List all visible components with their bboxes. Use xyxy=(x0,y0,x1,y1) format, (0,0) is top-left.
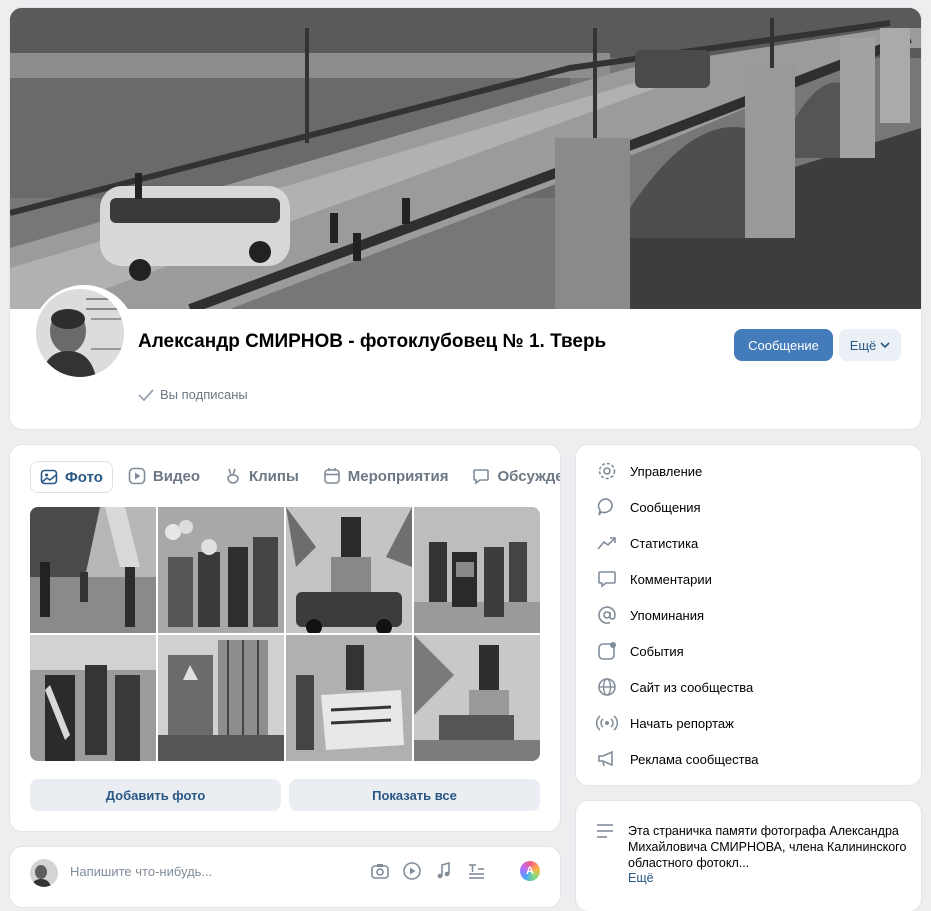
camera-icon[interactable] xyxy=(370,861,390,881)
photo-icon xyxy=(40,469,58,485)
media-card: Фото Видео Клипы Мероприятия Обсужде Доб… xyxy=(10,445,560,831)
demonstration-banner-photo xyxy=(30,507,156,633)
photo-thumbnail[interactable] xyxy=(286,507,412,633)
text-lines-icon xyxy=(597,824,613,838)
article-icon[interactable] xyxy=(466,861,486,881)
monument-banner-photo xyxy=(414,635,540,761)
group-avatar[interactable] xyxy=(32,285,136,389)
media-tabs: Фото Видео Клипы Мероприятия Обсужде xyxy=(30,461,560,493)
tab-label: Видео xyxy=(152,467,200,485)
subscribed-label: Вы подписаны xyxy=(160,387,248,402)
menu-item-mentions[interactable]: Упоминания xyxy=(596,597,906,633)
menu-item-statistics[interactable]: Статистика xyxy=(596,525,906,561)
tab-label: Клипы xyxy=(249,467,299,485)
menu-item-manage[interactable]: Управление xyxy=(596,453,906,489)
manage-menu-card: Управление Сообщения Статистика Коммента… xyxy=(576,445,921,785)
comment-icon xyxy=(596,568,618,590)
tab-events[interactable]: Мероприятия xyxy=(314,461,458,491)
photo-thumbnail[interactable] xyxy=(158,507,284,633)
menu-item-label: Сайт из сообщества xyxy=(630,679,754,695)
broadcast-icon xyxy=(596,712,618,734)
show-all-button[interactable]: Показать все xyxy=(289,779,540,811)
description-card: Эта страничка памяти фотографа Александр… xyxy=(576,801,921,911)
tab-label: Фото xyxy=(65,468,103,486)
discussion-icon xyxy=(473,469,490,485)
statistics-icon xyxy=(596,532,618,554)
add-photo-button[interactable]: Добавить фото xyxy=(30,779,281,811)
tab-label: Мероприятия xyxy=(347,467,449,485)
chevron-down-icon xyxy=(880,342,890,348)
manage-menu: Управление Сообщения Статистика Коммента… xyxy=(596,453,906,777)
crowd-march-photo xyxy=(158,507,284,633)
photo-thumbnail[interactable] xyxy=(286,635,412,761)
video-icon xyxy=(128,467,146,485)
menu-item-label: События xyxy=(630,643,684,659)
photo-grid xyxy=(30,507,540,761)
menu-item-events[interactable]: События xyxy=(596,633,906,669)
photo-thumbnail[interactable] xyxy=(414,635,540,761)
photo-thumbnail[interactable] xyxy=(158,635,284,761)
subscription-status[interactable]: Вы подписаны xyxy=(138,387,248,402)
composer-avatar xyxy=(30,859,58,887)
menu-item-label: Упоминания xyxy=(630,607,705,623)
ai-assistant-icon[interactable]: A xyxy=(520,861,540,881)
globe-icon xyxy=(596,676,618,698)
menu-item-label: Начать репортаж xyxy=(630,715,734,731)
group-description: Эта страничка памяти фотографа Александр… xyxy=(628,824,907,870)
more-button[interactable]: Ещё xyxy=(839,329,901,361)
photo-thumbnail[interactable] xyxy=(414,507,540,633)
events-icon xyxy=(596,640,618,662)
post-composer: Напишите что-нибудь... A xyxy=(10,847,560,907)
message-bubble-icon xyxy=(596,496,618,518)
tab-label: Обсуждения xyxy=(497,467,560,485)
parade-float-photo xyxy=(158,635,284,761)
group-title: Александр СМИРНОВ - фотоклубовец № 1. Тв… xyxy=(138,331,607,352)
menu-item-comments[interactable]: Комментарии xyxy=(596,561,906,597)
photo-thumbnail[interactable] xyxy=(30,507,156,633)
description-more-link[interactable]: Ещё xyxy=(628,871,654,885)
music-icon[interactable] xyxy=(434,861,454,881)
cover-bridge-image xyxy=(10,8,921,309)
checkmark-icon xyxy=(138,388,154,401)
menu-item-messages[interactable]: Сообщения xyxy=(596,489,906,525)
gear-icon xyxy=(596,460,618,482)
menu-item-label: Реклама сообщества xyxy=(630,751,759,767)
group-header-card: Александр СМИРНОВ - фотоклубовец № 1. Тв… xyxy=(10,8,921,429)
more-button-label: Ещё xyxy=(849,337,877,353)
message-button[interactable]: Сообщение xyxy=(734,329,833,361)
menu-item-start-broadcast[interactable]: Начать репортаж xyxy=(596,705,906,741)
calendar-icon xyxy=(323,468,340,484)
menu-item-label: Комментарии xyxy=(630,571,712,587)
tab-discussions[interactable]: Обсуждения xyxy=(463,461,560,491)
tab-clips[interactable]: Клипы xyxy=(215,461,308,491)
slogan-board-photo xyxy=(286,635,412,761)
clips-icon xyxy=(227,468,239,484)
tab-video[interactable]: Видео xyxy=(119,461,209,491)
menu-item-label: Сообщения xyxy=(630,499,701,515)
post-input[interactable]: Напишите что-нибудь... xyxy=(70,864,212,879)
video-icon[interactable] xyxy=(402,861,422,881)
menu-item-label: Статистика xyxy=(630,535,699,551)
men-with-sashes-photo xyxy=(30,635,156,761)
photo-thumbnail[interactable] xyxy=(30,635,156,761)
tab-photo[interactable]: Фото xyxy=(30,461,113,493)
menu-item-advertising[interactable]: Реклама сообщества xyxy=(596,741,906,777)
avatar-portrait-image xyxy=(36,289,124,377)
menu-item-label: Управление xyxy=(630,463,703,479)
at-icon xyxy=(596,604,618,626)
cover-photo[interactable] xyxy=(10,8,921,309)
composer-attachments xyxy=(370,861,486,881)
megaphone-icon xyxy=(596,748,618,770)
accordion-parade-photo xyxy=(414,507,540,633)
menu-item-website[interactable]: Сайт из сообщества xyxy=(596,669,906,705)
monument-car-photo xyxy=(286,507,412,633)
